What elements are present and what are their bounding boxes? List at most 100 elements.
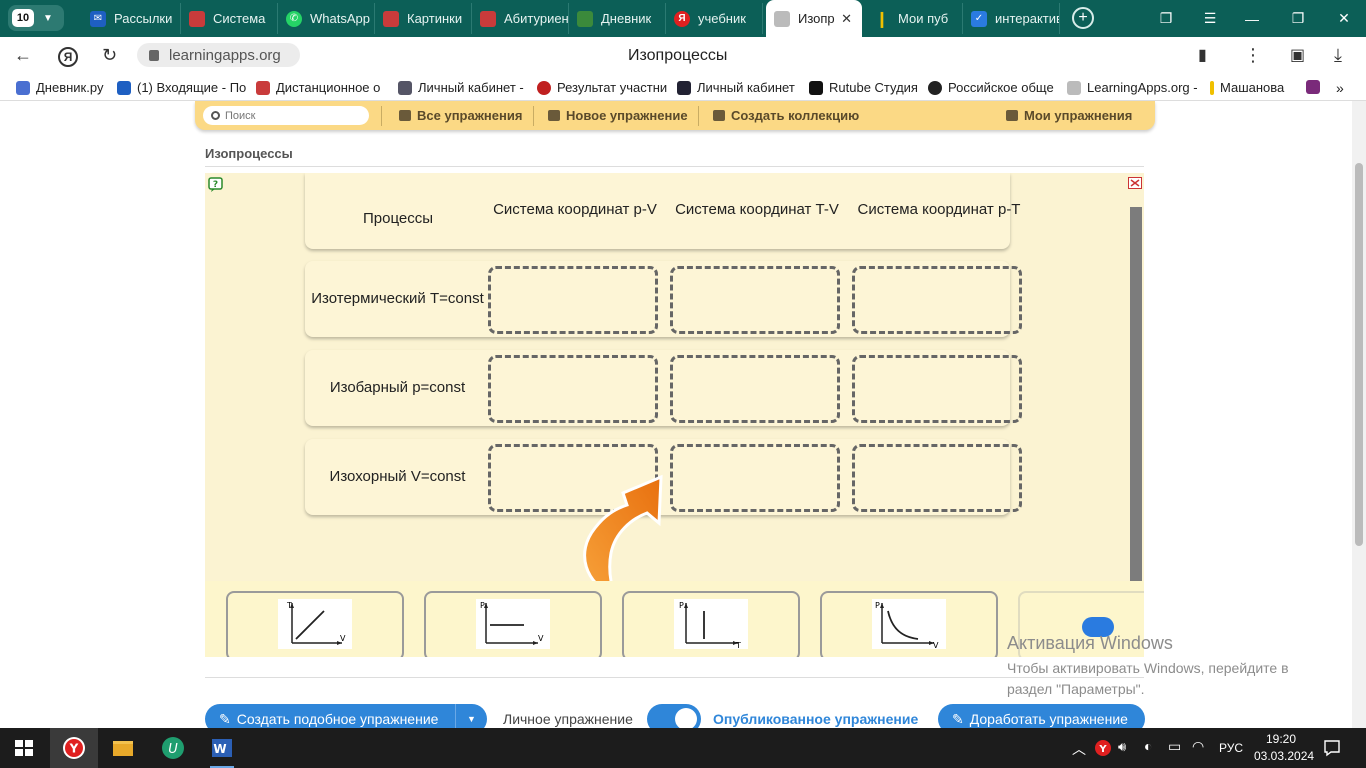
tab-kartinki[interactable]: Картинки bbox=[375, 3, 472, 34]
activation-text: Чтобы активировать Windows, перейдите в … bbox=[1007, 660, 1289, 697]
pencil-icon bbox=[548, 110, 560, 121]
svg-text:Y: Y bbox=[1098, 744, 1107, 755]
tab-abiturient[interactable]: Абитуриент bbox=[472, 3, 569, 34]
improve-button[interactable]: ✎ Доработать упражнение bbox=[938, 704, 1145, 728]
close-tab-icon[interactable]: ✕ bbox=[841, 11, 852, 27]
bookmark-result[interactable]: Результат участни bbox=[537, 80, 667, 95]
private-label: Личное упражнение bbox=[503, 711, 633, 727]
new-exercise-link[interactable]: Новое упражнение bbox=[548, 108, 688, 123]
tab-moi-pub[interactable]: ❙ Мои пуб bbox=[866, 3, 963, 34]
download-icon[interactable]: ⤓ bbox=[1334, 45, 1342, 66]
chevron-up-icon[interactable]: ︿ bbox=[1072, 739, 1086, 759]
file-explorer-icon[interactable] bbox=[111, 736, 135, 760]
bookmark-icon[interactable]: ▮ bbox=[1198, 45, 1207, 65]
bookmark-mashanova[interactable]: Машанова bbox=[1210, 80, 1284, 95]
drop-slot-isochor-pt[interactable] bbox=[852, 444, 1022, 512]
draggable-card[interactable]: P V bbox=[820, 591, 998, 657]
restore-icon[interactable]: ❐ bbox=[1278, 0, 1318, 37]
volume-icon[interactable]: 🔊︎ bbox=[1118, 739, 1126, 755]
windows-start-icon[interactable] bbox=[12, 736, 36, 760]
tab-izoprotsessy[interactable]: Изопр ✕ bbox=[766, 0, 862, 37]
draggable-card[interactable]: T V bbox=[226, 591, 404, 657]
all-exercises-link[interactable]: Все упражнения bbox=[399, 108, 522, 123]
svg-text:T: T bbox=[286, 601, 292, 610]
reload-icon[interactable]: ↻ bbox=[102, 45, 117, 66]
language-indicator[interactable]: РУС bbox=[1219, 741, 1243, 755]
bookmark-rutube[interactable]: Rutube Студия bbox=[809, 80, 918, 95]
bookmark-learningapps[interactable]: LearningApps.org - bbox=[1067, 80, 1198, 95]
help-icon[interactable]: ? bbox=[208, 177, 224, 193]
tab-count-button[interactable]: 10 ▼ bbox=[8, 5, 64, 31]
clock-time[interactable]: 19:20 bbox=[1266, 732, 1296, 746]
drop-slot-isochor-tv[interactable] bbox=[670, 444, 840, 512]
drop-slot-isotherm-pv[interactable] bbox=[488, 266, 658, 334]
divider bbox=[205, 677, 1144, 678]
more-icon[interactable]: ⋮ bbox=[1244, 45, 1262, 66]
card-tray: T V P V P T P V bbox=[205, 581, 1144, 657]
drop-slot-isotherm-tv[interactable] bbox=[670, 266, 840, 334]
bookmark-cabinet2[interactable]: Личный кабинет bbox=[677, 80, 795, 95]
bookmark-cabinet1[interactable]: Личный кабинет - bbox=[398, 80, 524, 95]
mail-icon bbox=[117, 80, 131, 95]
vertical-scrollbar[interactable] bbox=[1130, 207, 1142, 581]
windows-taskbar: Y U W ︿ Y 🔊︎ ◐ ▭ ◠ РУС 19:20 03.03.2024 bbox=[0, 728, 1366, 768]
extensions-icon[interactable]: ▣ bbox=[1290, 45, 1305, 65]
bookmark-russian-society[interactable]: Российское обще bbox=[928, 80, 1054, 95]
published-label: Опубликованное упражнение bbox=[713, 711, 919, 727]
draggable-card[interactable]: P V bbox=[424, 591, 602, 657]
tab-whatsapp[interactable]: ✆ WhatsApp bbox=[278, 3, 375, 34]
create-collection-link[interactable]: Создать коллекцию bbox=[713, 108, 859, 123]
learningapps-icon bbox=[774, 10, 790, 27]
u-app-icon[interactable]: U bbox=[161, 736, 185, 760]
tab-dnevnik[interactable]: Дневник bbox=[569, 3, 666, 34]
graph-p-v-icon: P V bbox=[476, 599, 550, 649]
bookmarks-panel-icon[interactable]: ❐ bbox=[1146, 0, 1186, 37]
bookmark-dnevnik[interactable]: Дневник.ру bbox=[16, 80, 103, 95]
yandex-tray-icon[interactable]: Y bbox=[1094, 739, 1112, 757]
network-icon[interactable]: ◠ bbox=[1192, 738, 1204, 755]
edit-icon: ✎ bbox=[219, 710, 231, 727]
more-bookmarks-icon[interactable]: » bbox=[1336, 80, 1344, 96]
back-icon[interactable]: ← bbox=[14, 45, 32, 66]
bookmark-inbox[interactable]: (1) Входящие - По bbox=[117, 80, 246, 95]
minimize-icon[interactable]: — bbox=[1232, 0, 1272, 37]
tab-uchebnik[interactable]: Я учебник bbox=[666, 3, 763, 34]
page-scrollbar[interactable] bbox=[1352, 101, 1366, 728]
tab-interaktiv[interactable]: ✓ интерактив bbox=[963, 3, 1060, 34]
yandex-icon[interactable]: Я bbox=[58, 47, 78, 67]
url-field[interactable]: learningapps.org bbox=[137, 43, 300, 67]
my-exercises-link[interactable]: Мои упражнения bbox=[1006, 108, 1132, 123]
dropdown-button[interactable]: ▼ bbox=[455, 704, 487, 728]
create-similar-button[interactable]: ✎ Создать подобное упражнение ▼ bbox=[205, 704, 487, 728]
word-icon[interactable]: W bbox=[210, 736, 234, 760]
bookmark-archive[interactable] bbox=[1306, 80, 1326, 94]
search-input[interactable]: Поиск bbox=[203, 106, 369, 125]
collection-icon bbox=[713, 110, 725, 121]
publish-toggle[interactable] bbox=[647, 704, 701, 728]
tab-rassylki[interactable]: ✉ Рассылки bbox=[82, 3, 181, 34]
bookmark-distant[interactable]: Дистанционное о bbox=[256, 80, 380, 95]
drop-slot-isotherm-pt[interactable] bbox=[852, 266, 1022, 334]
apple-icon bbox=[537, 80, 551, 95]
tab-sistema[interactable]: Система bbox=[181, 3, 278, 34]
divider bbox=[205, 166, 1144, 167]
chevron-down-icon: ▼ bbox=[43, 12, 53, 24]
clock-date[interactable]: 03.03.2024 bbox=[1254, 749, 1314, 763]
display-icon[interactable]: ▭ bbox=[1168, 738, 1181, 755]
tab-count: 10 bbox=[12, 9, 34, 27]
drop-slot-isobar-pt[interactable] bbox=[852, 355, 1022, 423]
scroll-thumb[interactable] bbox=[1355, 163, 1363, 546]
graph-t-v-icon: T V bbox=[278, 599, 352, 649]
close-window-icon[interactable]: ✕ bbox=[1324, 0, 1364, 37]
taskbar-active-app[interactable]: Y bbox=[50, 728, 98, 768]
bookmark-icon bbox=[16, 80, 30, 95]
clock-tray-icon[interactable]: ◐ bbox=[1144, 738, 1152, 754]
drop-slot-isobar-tv[interactable] bbox=[670, 355, 840, 423]
notifications-icon[interactable] bbox=[1323, 739, 1341, 757]
new-tab-button[interactable]: + bbox=[1072, 7, 1094, 29]
drop-slot-isobar-pv[interactable] bbox=[488, 355, 658, 423]
fullscreen-icon[interactable] bbox=[1128, 177, 1142, 189]
draggable-card[interactable]: P T bbox=[622, 591, 800, 657]
svg-text:W: W bbox=[213, 742, 226, 756]
menu-icon[interactable]: ☰ bbox=[1190, 0, 1230, 37]
